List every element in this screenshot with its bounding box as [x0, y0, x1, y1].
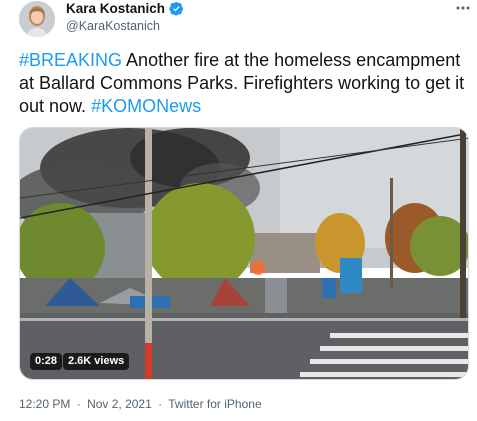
meta-separator: · [158, 397, 163, 411]
video-views-badge: 2.6K views [63, 353, 130, 370]
avatar[interactable] [19, 1, 55, 37]
more-dots-icon[interactable] [453, 0, 473, 18]
tweet-date[interactable]: Nov 2, 2021 [87, 397, 152, 411]
tweet-card: Kara Kostanich @KaraKostanich #BREAKING … [0, 0, 477, 421]
video-player[interactable]: 0:28 2.6K views [19, 127, 469, 380]
meta-separator: · [76, 397, 81, 411]
tweet-meta: 12:20 PM · Nov 2, 2021 · Twitter for iPh… [19, 397, 262, 411]
verified-badge-icon [169, 1, 184, 16]
tweet-time[interactable]: 12:20 PM [19, 397, 70, 411]
video-thumbnail [20, 128, 468, 379]
hashtag-komonews[interactable]: #KOMONews [91, 96, 201, 116]
video-duration-badge: 0:28 [30, 353, 63, 370]
avatar-photo-icon [19, 1, 55, 37]
tweet-source[interactable]: Twitter for iPhone [168, 397, 261, 411]
author-name-row[interactable]: Kara Kostanich [66, 1, 184, 16]
tweet-text: #BREAKING Another fire at the homeless e… [19, 49, 471, 118]
author-handle[interactable]: @KaraKostanich [66, 19, 160, 33]
author-display-name[interactable]: Kara Kostanich [66, 1, 165, 16]
ellipsis-icon [456, 6, 470, 10]
hashtag-breaking[interactable]: #BREAKING [19, 50, 122, 70]
